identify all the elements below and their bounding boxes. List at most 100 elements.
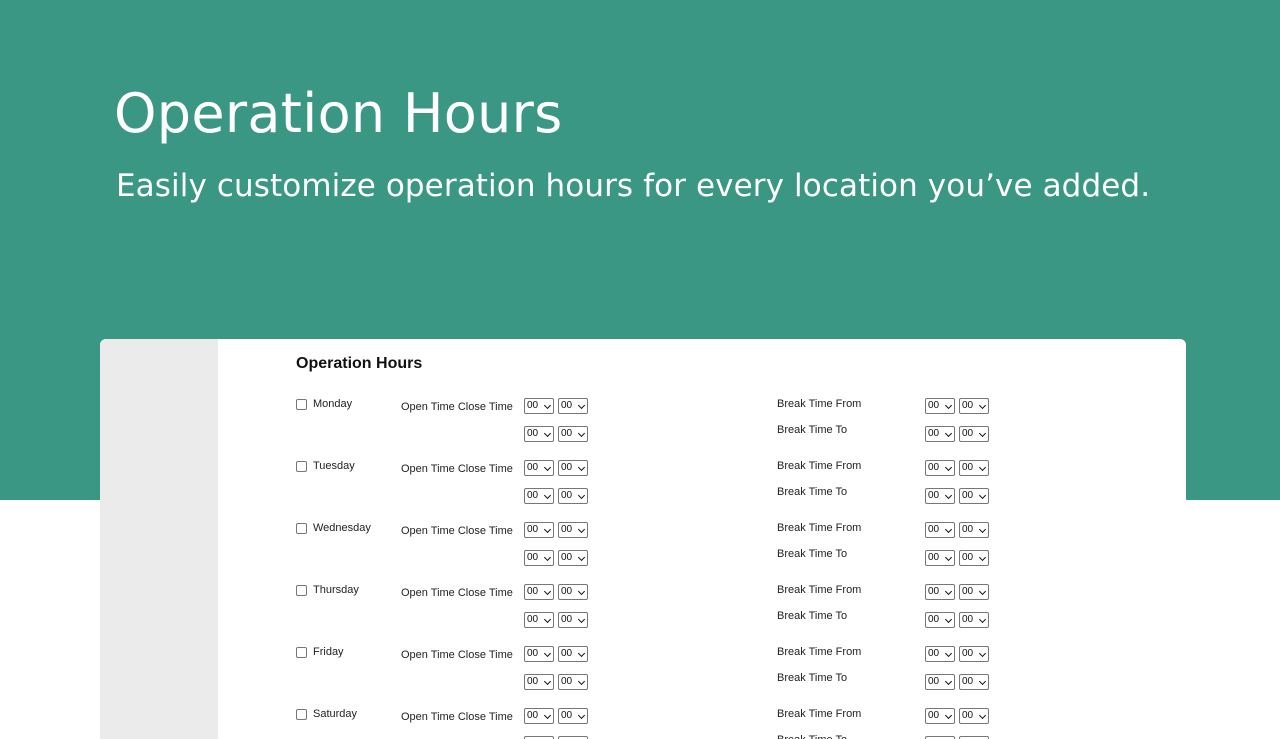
break-to-hour-select[interactable]: 00 bbox=[925, 674, 955, 690]
day-label: Thursday bbox=[313, 584, 359, 596]
open-hour-select[interactable]: 00 bbox=[524, 646, 554, 662]
day-checkbox[interactable] bbox=[296, 709, 307, 720]
day-checkbox[interactable] bbox=[296, 399, 307, 410]
close-minute-select-value: 00 bbox=[561, 614, 573, 625]
break-from-hour-select[interactable]: 00 bbox=[925, 708, 955, 724]
open-hour-select[interactable]: 00 bbox=[524, 708, 554, 724]
break-from-hour-select[interactable]: 00 bbox=[925, 646, 955, 662]
chevron-down-icon bbox=[543, 711, 552, 720]
day-checkbox[interactable] bbox=[296, 461, 307, 472]
close-minute-select[interactable]: 00 bbox=[558, 612, 588, 628]
chevron-down-icon bbox=[944, 711, 953, 720]
day-checkbox[interactable] bbox=[296, 647, 307, 658]
day-label: Tuesday bbox=[313, 460, 355, 472]
break-time-from-label: Break Time From bbox=[777, 584, 862, 596]
day-row-saturday: Saturday Open Time Close Time Break Time F… bbox=[296, 707, 1186, 739]
open-minute-select[interactable]: 00 bbox=[558, 398, 588, 414]
close-minute-select[interactable]: 00 bbox=[558, 550, 588, 566]
break-from-hour-select[interactable]: 00 bbox=[925, 522, 955, 538]
open-hour-select-value: 00 bbox=[527, 400, 539, 411]
chevron-down-icon bbox=[577, 429, 586, 438]
open-minute-select[interactable]: 00 bbox=[558, 584, 588, 600]
break-time-to-label: Break Time To bbox=[777, 610, 848, 622]
break-to-minute-select[interactable]: 00 bbox=[959, 674, 989, 690]
break-to-hour-select-value: 00 bbox=[928, 676, 940, 687]
break-from-minute-select[interactable]: 00 bbox=[959, 646, 989, 662]
open-hour-select-value: 00 bbox=[527, 710, 539, 721]
chevron-down-icon bbox=[543, 649, 552, 658]
chevron-down-icon bbox=[978, 615, 987, 624]
close-minute-select[interactable]: 00 bbox=[558, 674, 588, 690]
chevron-down-icon bbox=[978, 429, 987, 438]
chevron-down-icon bbox=[543, 677, 552, 686]
day-checkbox[interactable] bbox=[296, 585, 307, 596]
chevron-down-icon bbox=[944, 463, 953, 472]
open-minute-select[interactable]: 00 bbox=[558, 708, 588, 724]
break-from-minute-select[interactable]: 00 bbox=[959, 522, 989, 538]
day-label: Monday bbox=[313, 398, 353, 410]
close-minute-select-value: 00 bbox=[561, 490, 573, 501]
close-hour-select[interactable]: 00 bbox=[524, 550, 554, 566]
chevron-down-icon bbox=[978, 711, 987, 720]
chevron-down-icon bbox=[978, 401, 987, 410]
close-hour-select[interactable]: 00 bbox=[524, 488, 554, 504]
day-row-tuesday: Tuesday Open Time Close Time Break Time Fr… bbox=[296, 459, 1186, 521]
chevron-down-icon bbox=[543, 463, 552, 472]
open-minute-select[interactable]: 00 bbox=[558, 646, 588, 662]
break-from-hour-select[interactable]: 00 bbox=[925, 584, 955, 600]
break-to-minute-select[interactable]: 00 bbox=[959, 550, 989, 566]
break-from-minute-select[interactable]: 00 bbox=[959, 584, 989, 600]
close-hour-select-value: 00 bbox=[527, 428, 539, 439]
day-checkbox[interactable] bbox=[296, 523, 307, 534]
close-minute-select-value: 00 bbox=[561, 676, 573, 687]
break-to-hour-select[interactable]: 00 bbox=[925, 612, 955, 628]
close-hour-select-value: 00 bbox=[527, 676, 539, 687]
chevron-down-icon bbox=[978, 553, 987, 562]
close-hour-select[interactable]: 00 bbox=[524, 612, 554, 628]
open-minute-select[interactable]: 00 bbox=[558, 460, 588, 476]
open-minute-select[interactable]: 00 bbox=[558, 522, 588, 538]
break-time-from-label: Break Time From bbox=[777, 398, 862, 410]
chevron-down-icon bbox=[978, 587, 987, 596]
break-from-minute-select-value: 00 bbox=[962, 648, 974, 659]
chevron-down-icon bbox=[944, 525, 953, 534]
day-row-thursday: Thursday Open Time Close Time Break Time F… bbox=[296, 583, 1186, 645]
break-time-to-label: Break Time To bbox=[777, 486, 848, 498]
close-hour-select[interactable]: 00 bbox=[524, 674, 554, 690]
open-hour-select[interactable]: 00 bbox=[524, 584, 554, 600]
break-to-minute-select-value: 00 bbox=[962, 676, 974, 687]
open-hour-select[interactable]: 00 bbox=[524, 460, 554, 476]
chevron-down-icon bbox=[944, 429, 953, 438]
close-minute-select-value: 00 bbox=[561, 428, 573, 439]
open-hour-select[interactable]: 00 bbox=[524, 522, 554, 538]
break-to-minute-select[interactable]: 00 bbox=[959, 612, 989, 628]
break-from-hour-select[interactable]: 00 bbox=[925, 460, 955, 476]
hero-title: Operation Hours bbox=[114, 82, 563, 145]
break-to-hour-select[interactable]: 00 bbox=[925, 488, 955, 504]
break-to-hour-select[interactable]: 00 bbox=[925, 550, 955, 566]
break-to-minute-select[interactable]: 00 bbox=[959, 488, 989, 504]
break-from-minute-select[interactable]: 00 bbox=[959, 708, 989, 724]
break-time-to-label: Break Time To bbox=[777, 672, 848, 684]
break-from-hour-select-value: 00 bbox=[928, 586, 940, 597]
break-from-minute-select[interactable]: 00 bbox=[959, 398, 989, 414]
break-from-minute-select-value: 00 bbox=[962, 586, 974, 597]
break-from-minute-select-value: 00 bbox=[962, 400, 974, 411]
chevron-down-icon bbox=[543, 615, 552, 624]
chevron-down-icon bbox=[577, 463, 586, 472]
break-to-minute-select[interactable]: 00 bbox=[959, 426, 989, 442]
close-minute-select[interactable]: 00 bbox=[558, 426, 588, 442]
close-minute-select[interactable]: 00 bbox=[558, 488, 588, 504]
break-from-hour-select[interactable]: 00 bbox=[925, 398, 955, 414]
open-minute-select-value: 00 bbox=[561, 710, 573, 721]
break-time-from-label: Break Time From bbox=[777, 646, 862, 658]
chevron-down-icon bbox=[577, 587, 586, 596]
close-hour-select[interactable]: 00 bbox=[524, 426, 554, 442]
break-time-from-label: Break Time From bbox=[777, 522, 862, 534]
break-to-hour-select[interactable]: 00 bbox=[925, 426, 955, 442]
chevron-down-icon bbox=[577, 553, 586, 562]
break-to-minute-select-value: 00 bbox=[962, 614, 974, 625]
open-hour-select[interactable]: 00 bbox=[524, 398, 554, 414]
chevron-down-icon bbox=[543, 491, 552, 500]
break-from-minute-select[interactable]: 00 bbox=[959, 460, 989, 476]
